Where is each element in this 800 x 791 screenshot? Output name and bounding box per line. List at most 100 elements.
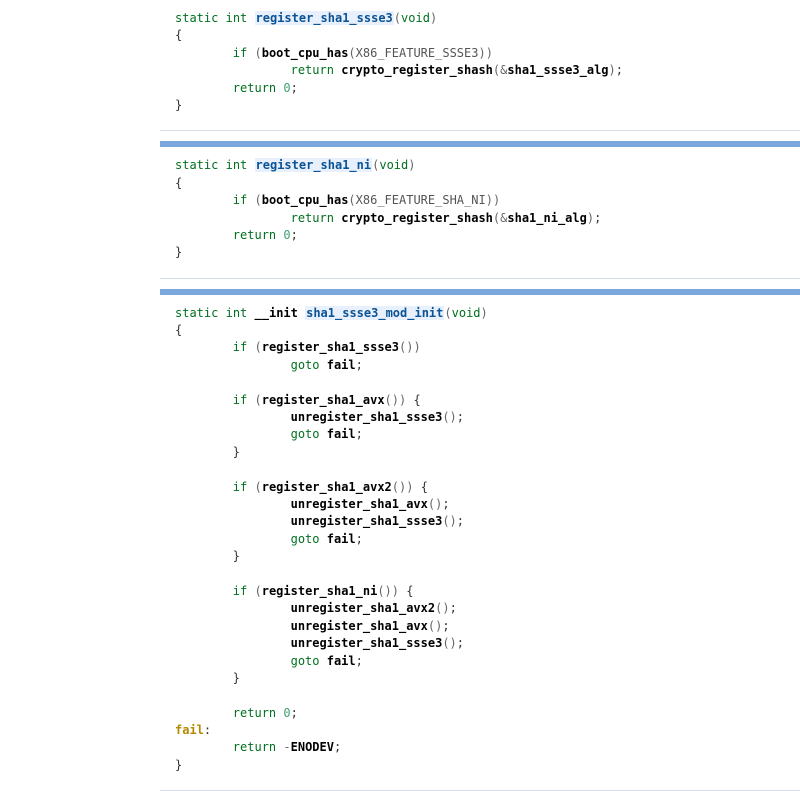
- code-line: unregister_sha1_avx2();: [0, 600, 800, 617]
- lparen: (: [442, 636, 449, 650]
- code-line: static int register_sha1_ssse3(void): [0, 10, 800, 27]
- code-line: {: [0, 27, 800, 44]
- divider-thick: [160, 141, 800, 147]
- rparen: ): [450, 410, 457, 424]
- rbrace: }: [175, 758, 182, 772]
- keyword-void: void: [401, 11, 430, 25]
- code-line: goto fail;: [0, 653, 800, 670]
- code-line: fail:: [0, 722, 800, 739]
- rbrace: }: [233, 445, 240, 459]
- keyword-if: if: [233, 393, 247, 407]
- fn-def-register-sha1-ssse3: register_sha1_ssse3: [255, 11, 394, 25]
- lbrace: {: [413, 393, 420, 407]
- code-line: unregister_sha1_avx();: [0, 496, 800, 513]
- code-line: if (register_sha1_avx()) {: [0, 392, 800, 409]
- lparen: (: [377, 584, 384, 598]
- rbrace: }: [175, 245, 182, 259]
- colon: :: [204, 723, 211, 737]
- lparen: (: [348, 193, 355, 207]
- fn-call-register-sha1-avx2: register_sha1_avx2: [262, 480, 392, 494]
- label-def-fail: fail: [175, 723, 204, 737]
- keyword-return: return: [291, 211, 334, 225]
- rparen: ): [450, 636, 457, 650]
- fn-call-boot-cpu-has: boot_cpu_has: [262, 46, 349, 60]
- fn-def-register-sha1-ni: register_sha1_ni: [255, 158, 373, 172]
- rparen: ): [493, 193, 500, 207]
- fn-call-boot-cpu-has: boot_cpu_has: [262, 193, 349, 207]
- code-line: static int register_sha1_ni(void): [0, 157, 800, 174]
- rparen: ): [481, 306, 488, 320]
- label-ref-fail: fail: [327, 654, 356, 668]
- lparen: (: [254, 584, 261, 598]
- keyword-goto: goto: [291, 358, 320, 372]
- rparen: ): [430, 11, 437, 25]
- rparen: ): [408, 158, 415, 172]
- code-line: return -ENODEV;: [0, 739, 800, 756]
- semi: ;: [457, 514, 464, 528]
- keyword-return: return: [233, 81, 276, 95]
- keyword-return: return: [233, 228, 276, 242]
- lparen: (: [254, 193, 261, 207]
- lbrace: {: [175, 28, 182, 42]
- code-line: return 0;: [0, 227, 800, 244]
- fn-call-unregister-sha1-ssse3: unregister_sha1_ssse3: [291, 410, 443, 424]
- keyword-goto: goto: [291, 427, 320, 441]
- keyword-static: static: [175, 306, 218, 320]
- keyword-void: void: [379, 158, 408, 172]
- fn-call-register-sha1-avx: register_sha1_avx: [262, 393, 385, 407]
- const-x86-feature-sha-ni: X86_FEATURE_SHA_NI: [356, 193, 486, 207]
- keyword-return: return: [291, 63, 334, 77]
- keyword-if: if: [233, 46, 247, 60]
- code-line: goto fail;: [0, 357, 800, 374]
- fn-call-unregister-sha1-avx2: unregister_sha1_avx2: [291, 601, 436, 615]
- const-enodev: ENODEV: [291, 740, 334, 754]
- semi: ;: [356, 654, 363, 668]
- code-line: if (boot_cpu_has(X86_FEATURE_SSSE3)): [0, 45, 800, 62]
- minus: -: [283, 740, 290, 754]
- lparen: (: [254, 46, 261, 60]
- code-line: return crypto_register_shash(&sha1_ni_al…: [0, 210, 800, 227]
- rparen: ): [392, 584, 399, 598]
- lbrace: {: [175, 323, 182, 337]
- lparen: (: [254, 480, 261, 494]
- fn-call-unregister-sha1-ssse3: unregister_sha1_ssse3: [291, 514, 443, 528]
- code-line: return 0;: [0, 80, 800, 97]
- rbrace: }: [233, 549, 240, 563]
- fn-def-sha1-ssse3-mod-init: sha1_ssse3_mod_init: [305, 306, 444, 320]
- code-line: [0, 461, 800, 478]
- code-line: if (boot_cpu_has(X86_FEATURE_SHA_NI)): [0, 192, 800, 209]
- semi: ;: [457, 410, 464, 424]
- lparen: (: [442, 514, 449, 528]
- rparen: ): [413, 340, 420, 354]
- lparen: (: [442, 410, 449, 424]
- keyword-static: static: [175, 158, 218, 172]
- code-block-1: static int register_sha1_ssse3(void) { i…: [0, 10, 800, 122]
- semi: ;: [291, 706, 298, 720]
- keyword-static: static: [175, 11, 218, 25]
- lbrace: {: [406, 584, 413, 598]
- keyword-if: if: [233, 340, 247, 354]
- code-line: {: [0, 175, 800, 192]
- rparen: ): [442, 601, 449, 615]
- label-ref-fail: fail: [327, 427, 356, 441]
- code-listing: static int register_sha1_ssse3(void) { i…: [0, 10, 800, 791]
- fn-call-unregister-sha1-avx: unregister_sha1_avx: [291, 619, 428, 633]
- code-line: goto fail;: [0, 426, 800, 443]
- fn-call-register-sha1-ssse3: register_sha1_ssse3: [262, 340, 399, 354]
- keyword-int: int: [226, 158, 248, 172]
- code-line: unregister_sha1_ssse3();: [0, 513, 800, 530]
- rparen: ): [385, 584, 392, 598]
- rparen: ): [587, 211, 594, 225]
- semi: ;: [442, 619, 449, 633]
- rbrace: }: [175, 98, 182, 112]
- code-line: }: [0, 757, 800, 774]
- rparen: ): [486, 193, 493, 207]
- code-line: unregister_sha1_ssse3();: [0, 635, 800, 652]
- fn-call-crypto-register-shash: crypto_register_shash: [341, 211, 493, 225]
- keyword-return: return: [233, 706, 276, 720]
- rparen: ): [486, 46, 493, 60]
- code-block-3: static int __init sha1_ssse3_mod_init(vo…: [0, 305, 800, 783]
- code-line: unregister_sha1_ssse3();: [0, 409, 800, 426]
- code-line: [0, 687, 800, 704]
- keyword-if: if: [233, 193, 247, 207]
